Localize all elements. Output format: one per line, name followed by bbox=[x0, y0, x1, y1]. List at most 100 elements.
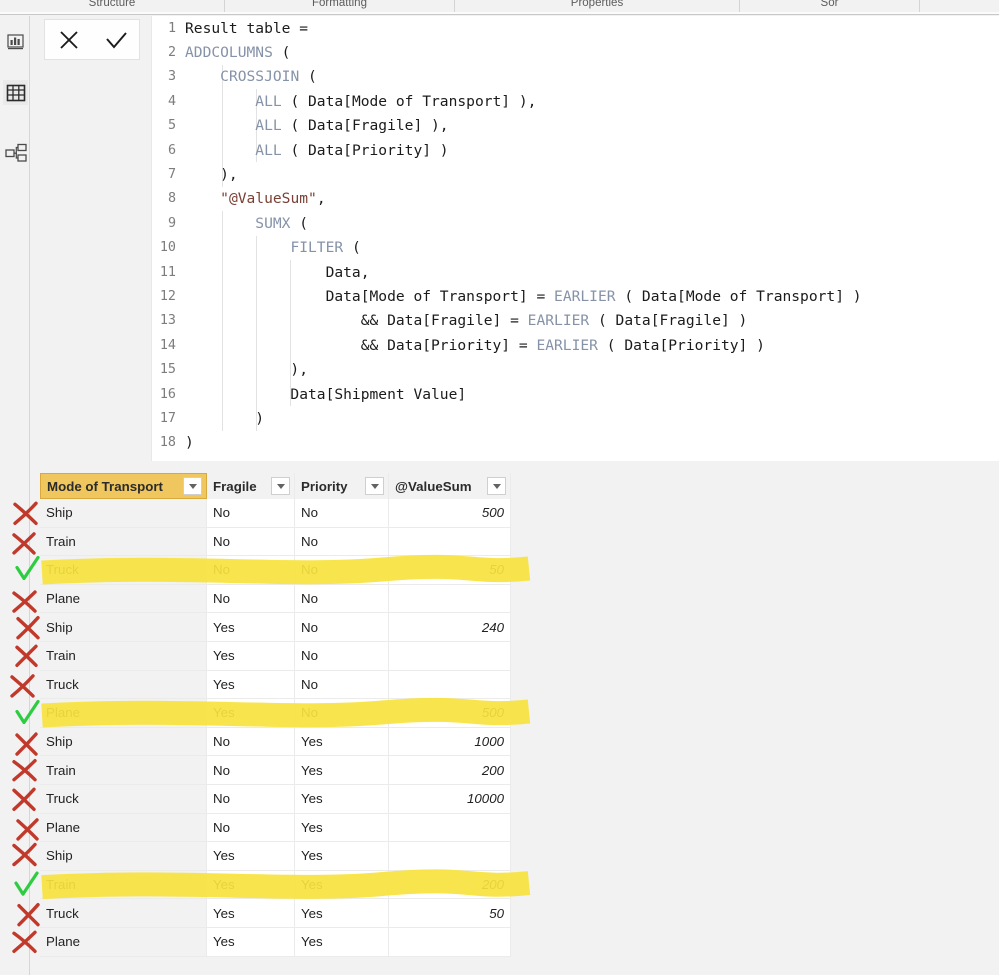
model-view-icon[interactable] bbox=[3, 140, 28, 165]
cell-mode-of-transport[interactable]: Truck bbox=[40, 556, 207, 585]
cell-mode-of-transport[interactable]: Truck bbox=[40, 670, 207, 700]
table-row[interactable]: Train No Yes 200 bbox=[40, 756, 511, 785]
cell-mode-of-transport[interactable]: Truck bbox=[40, 784, 207, 814]
cell-mode-of-transport[interactable]: Truck bbox=[40, 899, 207, 928]
code-line[interactable]: 12 Data[Mode of Transport] = EARLIER ( D… bbox=[152, 284, 999, 309]
cell-fragile[interactable]: No bbox=[207, 527, 295, 557]
code-line[interactable]: 7 ), bbox=[152, 162, 999, 187]
cell-fragile[interactable]: Yes bbox=[207, 699, 295, 728]
cell-value-sum[interactable]: 500 bbox=[389, 699, 511, 728]
cell-fragile[interactable]: No bbox=[207, 756, 295, 785]
table-row[interactable]: Truck Yes No bbox=[40, 670, 511, 700]
cell-fragile[interactable]: Yes bbox=[207, 842, 295, 871]
cell-priority[interactable]: No bbox=[295, 499, 389, 528]
code-line[interactable]: 11 Data, bbox=[152, 259, 999, 285]
table-row[interactable]: Ship No Yes 1000 bbox=[40, 727, 511, 757]
column-header-valuesum[interactable]: @ValueSum bbox=[389, 473, 511, 499]
column-header-mode-of-transport[interactable]: Mode of Transport bbox=[40, 473, 207, 499]
cell-mode-of-transport[interactable]: Plane bbox=[40, 813, 207, 843]
code-line[interactable]: 2 ADDCOLUMNS ( bbox=[152, 40, 999, 64]
table-row[interactable]: Plane Yes No 500 bbox=[40, 699, 511, 728]
cell-mode-of-transport[interactable]: Train bbox=[40, 870, 207, 900]
cell-priority[interactable]: No bbox=[295, 699, 389, 728]
cell-fragile[interactable]: Yes bbox=[207, 927, 295, 957]
cell-fragile[interactable]: No bbox=[207, 784, 295, 814]
cell-mode-of-transport[interactable]: Ship bbox=[40, 842, 207, 871]
column-header-priority[interactable]: Priority bbox=[295, 473, 389, 499]
cell-value-sum[interactable] bbox=[389, 527, 511, 557]
table-row[interactable]: Truck No No 50 bbox=[40, 556, 511, 585]
cell-priority[interactable]: No bbox=[295, 556, 389, 585]
column-header-fragile[interactable]: Fragile bbox=[207, 473, 295, 499]
table-row[interactable]: Train No No bbox=[40, 527, 511, 557]
cell-mode-of-transport[interactable]: Plane bbox=[40, 699, 207, 728]
cell-value-sum[interactable]: 1000 bbox=[389, 727, 511, 757]
cell-value-sum[interactable]: 10000 bbox=[389, 784, 511, 814]
cell-fragile[interactable]: Yes bbox=[207, 613, 295, 642]
cell-priority[interactable]: Yes bbox=[295, 870, 389, 900]
code-line[interactable]: 10 FILTER ( bbox=[152, 235, 999, 260]
table-row[interactable]: Plane No No bbox=[40, 584, 511, 614]
cell-priority[interactable]: No bbox=[295, 641, 389, 671]
column-filter-dropdown-icon[interactable] bbox=[487, 477, 506, 495]
cell-fragile[interactable]: Yes bbox=[207, 641, 295, 671]
cell-fragile[interactable]: Yes bbox=[207, 870, 295, 900]
table-row[interactable]: Train Yes No bbox=[40, 641, 511, 671]
cell-priority[interactable]: No bbox=[295, 584, 389, 614]
cell-mode-of-transport[interactable]: Plane bbox=[40, 584, 207, 614]
table-row[interactable]: Truck Yes Yes 50 bbox=[40, 899, 511, 928]
code-line[interactable]: 6 ALL ( Data[Priority] ) bbox=[152, 137, 999, 163]
code-line[interactable]: 1 Result table = bbox=[152, 16, 999, 40]
cell-mode-of-transport[interactable]: Train bbox=[40, 641, 207, 671]
cell-value-sum[interactable] bbox=[389, 670, 511, 700]
table-row[interactable]: Plane Yes Yes bbox=[40, 927, 511, 957]
code-line[interactable]: 9 SUMX ( bbox=[152, 211, 999, 236]
cell-value-sum[interactable]: 240 bbox=[389, 613, 511, 642]
cell-priority[interactable]: Yes bbox=[295, 784, 389, 814]
cell-mode-of-transport[interactable]: Train bbox=[40, 527, 207, 557]
table-row[interactable]: Ship Yes Yes bbox=[40, 842, 511, 871]
cell-priority[interactable]: Yes bbox=[295, 813, 389, 843]
cell-priority[interactable]: No bbox=[295, 613, 389, 642]
cell-fragile[interactable]: No bbox=[207, 584, 295, 614]
cell-mode-of-transport[interactable]: Train bbox=[40, 756, 207, 785]
cell-mode-of-transport[interactable]: Plane bbox=[40, 927, 207, 957]
cell-priority[interactable]: Yes bbox=[295, 727, 389, 757]
code-line[interactable]: 17 ) bbox=[152, 406, 999, 431]
cancel-edit-button[interactable] bbox=[45, 20, 92, 59]
dax-formula-editor[interactable]: 1 Result table = 2 ADDCOLUMNS (3 CROSSJOIN … bbox=[151, 16, 999, 461]
cell-fragile[interactable]: Yes bbox=[207, 899, 295, 928]
cell-value-sum[interactable]: 200 bbox=[389, 870, 511, 900]
code-line[interactable]: 15 ), bbox=[152, 357, 999, 382]
cell-value-sum[interactable]: 50 bbox=[389, 899, 511, 928]
cell-priority[interactable]: Yes bbox=[295, 899, 389, 928]
column-filter-dropdown-icon[interactable] bbox=[183, 477, 202, 495]
code-line[interactable]: 18) bbox=[152, 431, 999, 455]
cell-value-sum[interactable]: 50 bbox=[389, 556, 511, 585]
cell-priority[interactable]: Yes bbox=[295, 842, 389, 871]
table-row[interactable]: Ship Yes No 240 bbox=[40, 613, 511, 642]
cell-value-sum[interactable]: 500 bbox=[389, 499, 511, 528]
code-line[interactable]: 3 CROSSJOIN ( bbox=[152, 64, 999, 90]
apply-edit-button[interactable] bbox=[92, 20, 139, 59]
cell-fragile[interactable]: No bbox=[207, 556, 295, 585]
code-line[interactable]: 16 Data[Shipment Value] bbox=[152, 381, 999, 407]
cell-priority[interactable]: No bbox=[295, 527, 389, 557]
code-line[interactable]: 4 ALL ( Data[Mode of Transport] ), bbox=[152, 89, 999, 114]
code-line[interactable]: 8 "@ValueSum", bbox=[152, 187, 999, 211]
cell-value-sum[interactable] bbox=[389, 584, 511, 614]
cell-value-sum[interactable] bbox=[389, 641, 511, 671]
cell-priority[interactable]: Yes bbox=[295, 927, 389, 957]
cell-mode-of-transport[interactable]: Ship bbox=[40, 727, 207, 757]
table-row[interactable]: Train Yes Yes 200 bbox=[40, 870, 511, 900]
cell-value-sum[interactable]: 200 bbox=[389, 756, 511, 785]
cell-fragile[interactable]: No bbox=[207, 813, 295, 843]
cell-value-sum[interactable] bbox=[389, 842, 511, 871]
data-view-icon[interactable] bbox=[3, 80, 28, 105]
cell-priority[interactable]: No bbox=[295, 670, 389, 700]
cell-mode-of-transport[interactable]: Ship bbox=[40, 499, 207, 528]
column-filter-dropdown-icon[interactable] bbox=[271, 477, 290, 495]
cell-value-sum[interactable] bbox=[389, 927, 511, 957]
table-row[interactable]: Ship No No 500 bbox=[40, 499, 511, 528]
cell-mode-of-transport[interactable]: Ship bbox=[40, 613, 207, 642]
